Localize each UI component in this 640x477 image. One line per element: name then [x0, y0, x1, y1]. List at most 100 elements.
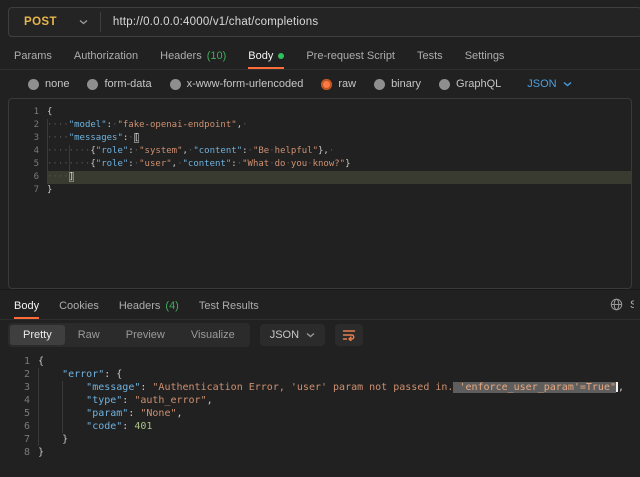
- indent-guide: [47, 119, 48, 132]
- url-box: POST http://0.0.0.0:4000/v1/chat/complet…: [8, 7, 640, 37]
- body-language-dropdown[interactable]: JSON: [527, 78, 571, 90]
- line-number: 3: [0, 381, 38, 394]
- radio-raw[interactable]: raw: [321, 78, 356, 90]
- code-line: 1{: [0, 355, 640, 368]
- radio-label: form-data: [104, 78, 151, 90]
- tab-label: Settings: [465, 50, 505, 62]
- tab-label: Pre-request Script: [306, 50, 395, 62]
- line-number: 2: [9, 119, 47, 132]
- tab-label: Test Results: [199, 300, 259, 312]
- code-line: 6····]: [9, 171, 631, 184]
- line-number: 7: [9, 184, 47, 197]
- radio-binary[interactable]: binary: [374, 78, 421, 90]
- indent-guide: [47, 132, 48, 145]
- line-number: 5: [0, 407, 38, 420]
- indent-guide: [47, 171, 48, 184]
- chevron-down-icon: [306, 332, 315, 338]
- indent-guide: [38, 433, 39, 446]
- response-tab-cookies[interactable]: Cookies: [59, 294, 99, 319]
- tab-authorization[interactable]: Authorization: [74, 44, 138, 69]
- method-label: POST: [24, 16, 57, 28]
- code-line: 4········{"role":·"system",·"content":·"…: [9, 145, 631, 158]
- wrap-lines-button[interactable]: [335, 324, 363, 346]
- response-language-dropdown[interactable]: JSON: [260, 324, 325, 346]
- tab-label: Headers: [119, 300, 161, 312]
- radio-none[interactable]: none: [28, 78, 69, 90]
- tab-params[interactable]: Params: [14, 44, 52, 69]
- indent-guide: [62, 407, 63, 420]
- code-line: 2····"model":·"fake-openai-endpoint",·: [9, 119, 631, 132]
- indent-guide: [47, 158, 48, 171]
- url-input[interactable]: http://0.0.0.0:4000/v1/chat/completions: [101, 8, 640, 36]
- clipped-status-text: S: [630, 299, 634, 311]
- response-tab-headers[interactable]: Headers(4): [119, 294, 179, 319]
- tab-tests[interactable]: Tests: [417, 44, 443, 69]
- line-number: 7: [0, 433, 38, 446]
- chevron-down-icon: [79, 19, 88, 25]
- line-number: 6: [9, 171, 47, 184]
- code-line: 1{: [9, 106, 631, 119]
- response-toolbar: Pretty Raw Preview Visualize JSON: [0, 320, 640, 350]
- radio-icon: [170, 79, 181, 90]
- method-dropdown[interactable]: POST: [9, 8, 100, 36]
- radio-selected-icon: [321, 79, 332, 90]
- response-tab-body[interactable]: Body: [14, 294, 39, 319]
- view-switcher: Pretty Raw Preview Visualize: [8, 323, 250, 347]
- line-number: 8: [0, 446, 38, 459]
- view-visualize[interactable]: Visualize: [178, 325, 248, 345]
- tab-headers[interactable]: Headers (10): [160, 44, 226, 69]
- code-line: 8}: [0, 446, 640, 459]
- globe-icon[interactable]: [610, 298, 623, 311]
- headers-count: (10): [207, 50, 227, 62]
- radio-label: none: [45, 78, 69, 90]
- radio-icon: [439, 79, 450, 90]
- radio-label: GraphQL: [456, 78, 501, 90]
- response-tab-test-results[interactable]: Test Results: [199, 294, 259, 319]
- code-line: 3····"messages":·[: [9, 132, 631, 145]
- radio-x-www-form-urlencoded[interactable]: x-www-form-urlencoded: [170, 78, 304, 90]
- line-number: 4: [0, 394, 38, 407]
- request-url-bar: POST http://0.0.0.0:4000/v1/chat/complet…: [0, 0, 640, 44]
- line-number: 5: [9, 158, 47, 171]
- response-editor[interactable]: 1{2 "error": {3 "message": "Authenticati…: [0, 350, 640, 459]
- radio-label: binary: [391, 78, 421, 90]
- tab-body[interactable]: Body: [248, 44, 284, 69]
- indent-guide: [62, 420, 63, 433]
- radio-graphql[interactable]: GraphQL: [439, 78, 501, 90]
- tab-label: Authorization: [74, 50, 138, 62]
- radio-icon: [28, 79, 39, 90]
- request-editor[interactable]: 1{2····"model":·"fake-openai-endpoint",·…: [8, 98, 632, 289]
- code-line: 5········{"role":·"user",·"content":·"Wh…: [9, 158, 631, 171]
- tab-label: Body: [248, 50, 273, 62]
- view-pretty[interactable]: Pretty: [10, 325, 65, 345]
- language-label: JSON: [527, 78, 556, 90]
- tab-label: Cookies: [59, 300, 99, 312]
- body-type-bar: none form-data x-www-form-urlencoded raw…: [0, 70, 640, 98]
- indent-guide: [38, 381, 39, 394]
- tab-label: Tests: [417, 50, 443, 62]
- chevron-down-icon: [563, 81, 572, 87]
- code-line: 3 "message": "Authentication Error, 'use…: [0, 381, 640, 394]
- code-line: 4 "type": "auth_error",: [0, 394, 640, 407]
- tab-label: Params: [14, 50, 52, 62]
- code-line: 6 "code": 401: [0, 420, 640, 433]
- indent-guide: [38, 394, 39, 407]
- tab-label: Headers: [160, 50, 202, 62]
- radio-form-data[interactable]: form-data: [87, 78, 151, 90]
- view-preview[interactable]: Preview: [113, 325, 178, 345]
- line-number: 6: [0, 420, 38, 433]
- indent-guide: [38, 407, 39, 420]
- indent-guide: [38, 420, 39, 433]
- body-modified-dot-icon: [278, 53, 284, 59]
- line-number: 4: [9, 145, 47, 158]
- tab-settings[interactable]: Settings: [465, 44, 505, 69]
- radio-label: raw: [338, 78, 356, 90]
- view-raw[interactable]: Raw: [65, 325, 113, 345]
- code-line: 7}: [9, 184, 631, 197]
- line-number: 1: [9, 106, 47, 119]
- radio-icon: [87, 79, 98, 90]
- indent-guide: [69, 158, 70, 171]
- request-tabs: Params Authorization Headers (10) Body Pr…: [0, 44, 640, 70]
- tab-pre-request-script[interactable]: Pre-request Script: [306, 44, 395, 69]
- indent-guide: [62, 394, 63, 407]
